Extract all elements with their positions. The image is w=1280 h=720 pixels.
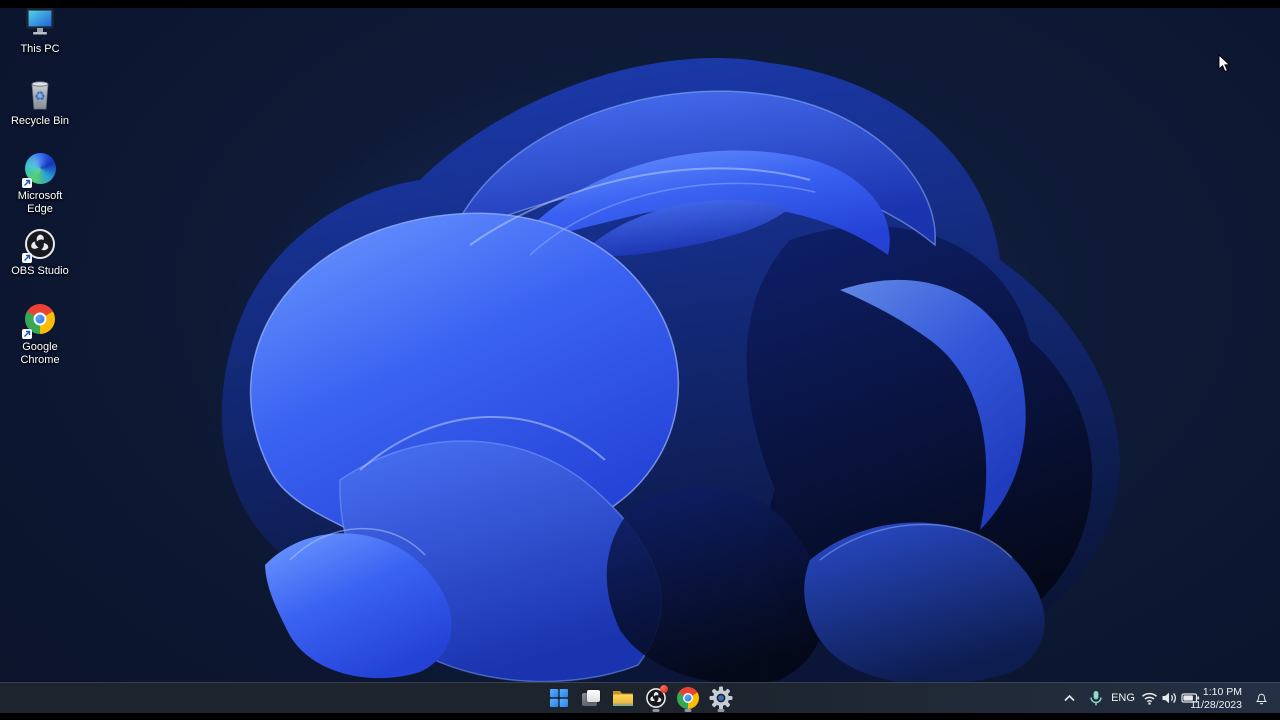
shortcut-arrow-icon (22, 178, 32, 188)
desktop-icon-label: Google Chrome (20, 341, 60, 366)
letterbox-bottom-bar (0, 713, 1280, 720)
chrome-icon (677, 687, 699, 709)
clock[interactable]: 1:10 PM 11/28/2023 (1190, 686, 1242, 711)
tray-overflow-button[interactable] (1058, 684, 1080, 712)
obs-studio-taskbar-button[interactable] (642, 684, 670, 712)
desktop-icon-google-chrome[interactable]: Google Chrome (8, 302, 72, 367)
desktop-icon-this-pc[interactable]: This PC (8, 8, 72, 56)
svg-text:♻: ♻ (34, 90, 46, 105)
task-view-button[interactable] (577, 684, 605, 712)
tray-volume-button[interactable] (1159, 684, 1179, 712)
file-explorer-button[interactable] (609, 684, 637, 712)
windows-desktop-screen: This PC ♻ Recycle Bin Microsoft Edge OBS… (0, 0, 1280, 720)
letterbox-top-bar (0, 0, 1280, 8)
recycle-bin-icon: ♻ (31, 81, 49, 110)
running-indicator (652, 709, 660, 712)
desktop-icon-recycle-bin[interactable]: ♻ Recycle Bin (8, 78, 72, 128)
date-label: 11/28/2023 (1190, 698, 1242, 711)
task-view-icon (579, 687, 603, 709)
desktop-icon-microsoft-edge[interactable]: Microsoft Edge (8, 152, 72, 216)
recording-dot-badge (660, 685, 668, 693)
desktop-icon-label: Microsoft Edge (17, 190, 63, 215)
language-indicator[interactable]: ENG (1109, 684, 1137, 712)
mouse-cursor (1218, 54, 1231, 73)
chevron-up-icon (1063, 694, 1075, 702)
desktop-icon-obs-studio[interactable]: OBS Studio (8, 228, 72, 278)
folder-icon (613, 691, 633, 706)
desktop-icon-label: Recycle Bin (10, 115, 70, 127)
tray-microphone-button[interactable] (1086, 684, 1106, 712)
time-label: 1:10 PM (1202, 686, 1242, 698)
gear-icon (709, 686, 733, 710)
notification-center-button[interactable] (1249, 684, 1273, 712)
running-indicator (684, 709, 692, 712)
taskbar: ENG 1:10 PM 11/28/2023 (0, 682, 1280, 713)
microphone-icon (1090, 690, 1102, 705)
language-label: ENG (1111, 692, 1135, 704)
tray-wifi-button[interactable] (1139, 684, 1159, 712)
volume-icon (1162, 692, 1176, 704)
desktop-icon-label: This PC (20, 43, 60, 55)
desktop-icon-label: OBS Studio (11, 265, 69, 277)
start-button[interactable] (545, 684, 573, 712)
wifi-icon (1141, 692, 1157, 705)
shortcut-arrow-icon (22, 253, 32, 263)
monitor-icon (26, 8, 54, 35)
chrome-taskbar-button[interactable] (674, 684, 702, 712)
bell-icon (1255, 693, 1267, 705)
running-indicator (717, 709, 725, 712)
bloom-wallpaper-art (221, 58, 1120, 682)
settings-taskbar-button[interactable] (707, 684, 735, 712)
shortcut-arrow-icon (22, 329, 32, 339)
windows-start-icon (550, 689, 568, 707)
desktop-wallpaper[interactable]: This PC ♻ Recycle Bin Microsoft Edge OBS… (0, 8, 1280, 682)
